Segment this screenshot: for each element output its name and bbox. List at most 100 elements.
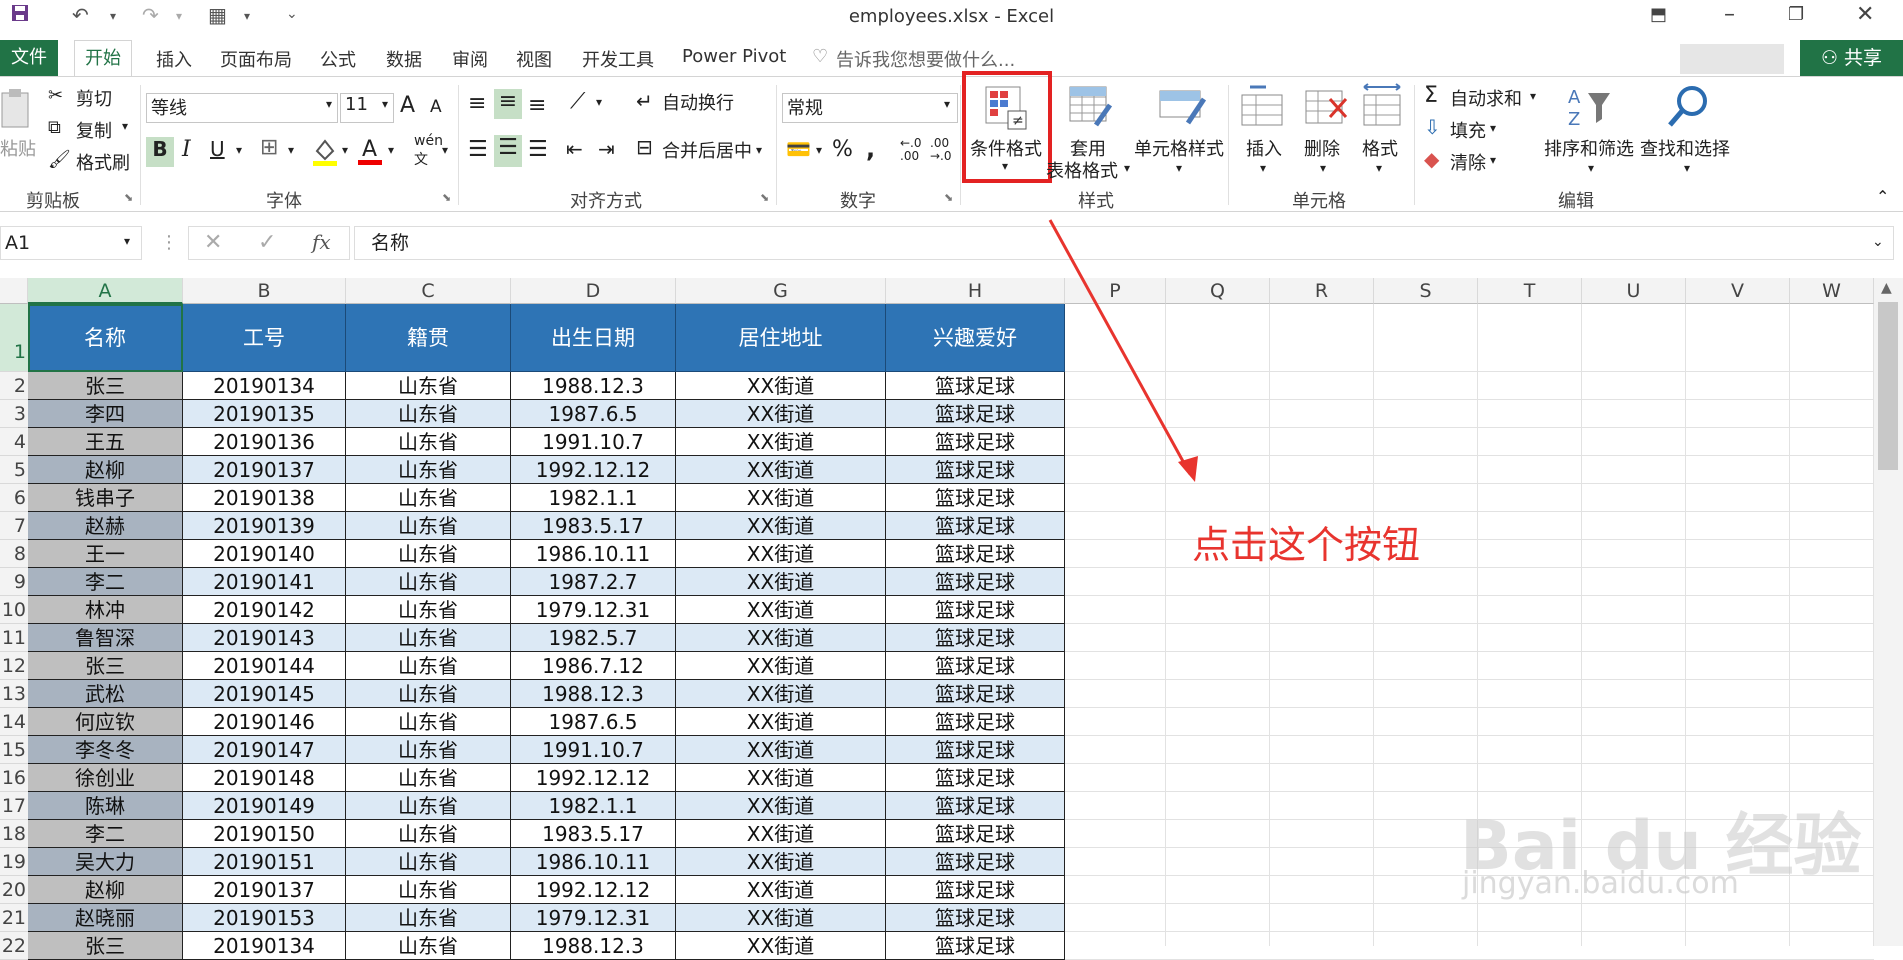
table-cell[interactable]: 20190139 <box>183 512 346 540</box>
align-right-icon[interactable]: ☰ <box>528 137 548 162</box>
find-select-icon[interactable] <box>1666 83 1712 133</box>
table-cell[interactable]: 20190134 <box>183 372 346 400</box>
top-align-icon[interactable]: ≡ <box>468 91 486 116</box>
table-cell[interactable]: 山东省 <box>346 680 511 708</box>
tell-me-input[interactable]: 告诉我您想要做什么... <box>836 46 1015 72</box>
table-cell[interactable]: 山东省 <box>346 624 511 652</box>
row-header[interactable]: 16 <box>0 764 28 792</box>
row-header[interactable]: 15 <box>0 736 28 764</box>
table-cell[interactable]: 1988.12.3 <box>511 680 676 708</box>
table-cell[interactable]: 1982.5.7 <box>511 624 676 652</box>
table-cell[interactable]: 1991.10.7 <box>511 428 676 456</box>
table-cell[interactable]: 陈琳 <box>28 792 183 820</box>
expand-formula-icon[interactable]: ⌄ <box>1872 234 1884 250</box>
decrease-decimal-icon[interactable]: .00 →.0 <box>930 137 952 163</box>
align-center-icon[interactable]: ☰ <box>494 135 522 167</box>
fill-icon[interactable]: ⇩ <box>1424 115 1441 139</box>
table-cell[interactable]: 钱串子 <box>28 484 183 512</box>
table-cell[interactable]: XX街道 <box>676 568 886 596</box>
table-cell[interactable]: 1991.10.7 <box>511 736 676 764</box>
form-dropdown-icon[interactable]: ▾ <box>244 9 250 23</box>
clear-icon[interactable]: ◆ <box>1424 147 1439 171</box>
tab-data[interactable]: 数据 <box>386 46 422 72</box>
table-cell[interactable]: XX街道 <box>676 372 886 400</box>
clear-dropdown-icon[interactable]: ▾ <box>1490 153 1496 167</box>
tab-view[interactable]: 视图 <box>516 46 552 72</box>
table-cell[interactable]: XX街道 <box>676 764 886 792</box>
table-cell[interactable]: 1986.10.11 <box>511 848 676 876</box>
table-cell[interactable]: 山东省 <box>346 932 511 960</box>
underline-button[interactable]: U <box>210 137 225 161</box>
table-cell[interactable]: XX街道 <box>676 540 886 568</box>
table-cell[interactable]: 1992.12.12 <box>511 764 676 792</box>
percent-button[interactable]: % <box>832 137 853 162</box>
column-header[interactable]: B <box>183 278 346 304</box>
table-cell[interactable]: 篮球足球 <box>886 848 1065 876</box>
table-cell[interactable]: 20190151 <box>183 848 346 876</box>
column-header[interactable]: D <box>511 278 676 304</box>
tab-power-pivot[interactable]: Power Pivot <box>682 46 786 67</box>
number-format-box[interactable]: 常规 <box>782 93 958 123</box>
copy-icon[interactable]: ⧉ <box>48 117 61 138</box>
table-cell[interactable]: 山东省 <box>346 428 511 456</box>
shrink-font-button[interactable]: A <box>430 97 442 117</box>
table-cell[interactable]: XX街道 <box>676 736 886 764</box>
orientation-dropdown-icon[interactable]: ▾ <box>596 95 602 109</box>
decrease-indent-icon[interactable]: ⇤ <box>566 137 583 161</box>
table-cell[interactable]: XX街道 <box>676 652 886 680</box>
column-header[interactable]: A <box>28 278 183 304</box>
row-header[interactable]: 14 <box>0 708 28 736</box>
table-cell[interactable]: 山东省 <box>346 512 511 540</box>
format-as-table-icon[interactable] <box>1068 85 1114 133</box>
paste-label[interactable]: 粘贴 <box>0 135 36 161</box>
table-cell[interactable]: XX街道 <box>676 512 886 540</box>
merge-center-icon[interactable]: ⊟ <box>636 135 653 159</box>
table-cell[interactable]: 山东省 <box>346 540 511 568</box>
tab-home[interactable]: 开始 <box>74 40 132 79</box>
column-header[interactable]: V <box>1686 278 1790 304</box>
table-cell[interactable]: 篮球足球 <box>886 876 1065 904</box>
format-cells-icon[interactable] <box>1360 83 1406 133</box>
font-color-dropdown-icon[interactable]: ▾ <box>388 143 394 157</box>
row-header[interactable]: 11 <box>0 624 28 652</box>
cell-styles-button[interactable]: 单元格样式 <box>1134 135 1224 161</box>
table-cell[interactable]: 20190149 <box>183 792 346 820</box>
row-header[interactable]: 4 <box>0 428 28 456</box>
table-cell[interactable]: XX街道 <box>676 848 886 876</box>
row-header[interactable]: 18 <box>0 820 28 848</box>
vertical-scrollbar[interactable]: ▲ <box>1874 278 1903 946</box>
table-cell[interactable]: 1988.12.3 <box>511 372 676 400</box>
table-cell[interactable]: 1983.5.17 <box>511 512 676 540</box>
table-cell[interactable]: XX街道 <box>676 596 886 624</box>
row-header[interactable]: 2 <box>0 372 28 400</box>
table-cell[interactable]: XX街道 <box>676 624 886 652</box>
autosum-dropdown-icon[interactable]: ▾ <box>1530 89 1536 103</box>
table-cell[interactable]: 王五 <box>28 428 183 456</box>
insert-cells-dropdown-icon[interactable]: ▾ <box>1260 161 1266 175</box>
table-cell[interactable]: 篮球足球 <box>886 904 1065 932</box>
table-cell[interactable]: 篮球足球 <box>886 764 1065 792</box>
table-cell[interactable]: 李二 <box>28 820 183 848</box>
table-cell[interactable]: XX街道 <box>676 904 886 932</box>
table-cell[interactable]: 20190137 <box>183 456 346 484</box>
table-cell[interactable]: XX街道 <box>676 400 886 428</box>
format-as-table-label-2[interactable]: 表格格式 <box>1046 157 1118 183</box>
font-name-dropdown-icon[interactable]: ▾ <box>326 97 332 111</box>
column-header[interactable]: R <box>1270 278 1374 304</box>
column-header[interactable]: U <box>1582 278 1686 304</box>
table-cell[interactable]: 篮球足球 <box>886 596 1065 624</box>
format-cells-dropdown-icon[interactable]: ▾ <box>1376 161 1382 175</box>
table-cell[interactable]: 山东省 <box>346 484 511 512</box>
undo-dropdown-icon[interactable]: ▾ <box>110 9 116 23</box>
cell-styles-dropdown-icon[interactable]: ▾ <box>1176 161 1182 175</box>
clear-button[interactable]: 清除 <box>1450 149 1486 175</box>
insert-cells-icon[interactable] <box>1240 85 1286 133</box>
table-header-cell[interactable]: 居住地址 <box>676 304 886 372</box>
table-cell[interactable]: 1988.12.3 <box>511 932 676 960</box>
table-cell[interactable]: 李冬冬 <box>28 736 183 764</box>
table-cell[interactable]: 山东省 <box>346 456 511 484</box>
row-header[interactable]: 17 <box>0 792 28 820</box>
row-header[interactable]: 13 <box>0 680 28 708</box>
table-cell[interactable]: 山东省 <box>346 372 511 400</box>
alignment-launcher-icon[interactable]: ⬊ <box>760 191 769 204</box>
